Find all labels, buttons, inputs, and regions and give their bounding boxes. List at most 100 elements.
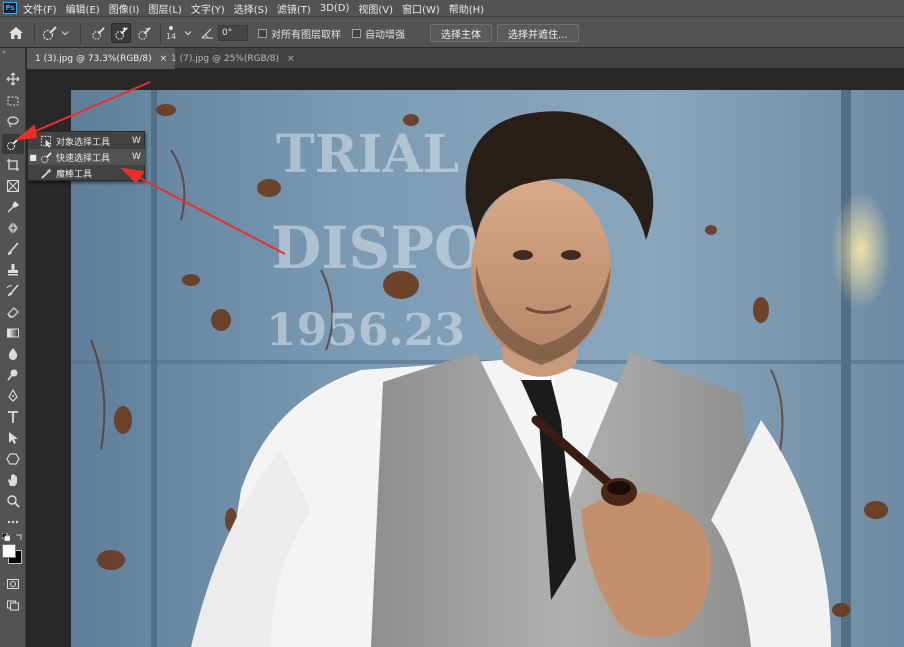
document-canvas[interactable]: TRIAL DISPO 1956.23 xyxy=(71,90,904,647)
healing-brush-tool[interactable] xyxy=(2,218,24,238)
tools-panel: » xyxy=(0,48,26,647)
brush-subtract-icon xyxy=(137,26,151,40)
lasso-icon xyxy=(7,116,19,128)
flyout-item-label: 对象选择工具 xyxy=(56,137,111,148)
screen-mode-button[interactable] xyxy=(2,595,24,615)
new-selection-button[interactable] xyxy=(88,23,108,43)
menu-layer[interactable]: 图层(L) xyxy=(148,1,181,16)
blur-tool[interactable] xyxy=(2,344,24,364)
menu-view[interactable]: 视图(V) xyxy=(358,1,393,16)
clone-stamp-tool[interactable] xyxy=(2,260,24,280)
menu-3d[interactable]: 3D(D) xyxy=(320,3,350,14)
color-swap-controls[interactable] xyxy=(0,532,26,542)
edit-toolbar-button[interactable] xyxy=(2,512,24,532)
tab-label: 1 (3).jpg @ 73.3%(RGB/8) xyxy=(35,53,152,64)
flyout-bullet: ■ xyxy=(29,152,37,162)
zoom-icon xyxy=(7,495,20,508)
collapse-icon[interactable]: » xyxy=(0,48,26,56)
menu-edit[interactable]: 编辑(E) xyxy=(66,1,100,16)
brush-new-icon xyxy=(91,26,105,40)
chevron-down-icon xyxy=(61,31,69,36)
flyout-item-shortcut: W xyxy=(132,136,141,146)
brush-size-picker[interactable]: 14 xyxy=(166,17,176,49)
type-tool[interactable] xyxy=(2,407,24,427)
more-dots-icon xyxy=(7,520,19,524)
stencil-text: 1956.23 xyxy=(266,305,465,356)
add-to-selection-button[interactable] xyxy=(111,23,131,43)
auto-enhance-checkbox[interactable]: 自动增强 xyxy=(352,17,405,49)
flyout-item-quick-selection[interactable]: ■ 快速选择工具 W xyxy=(28,149,146,165)
marquee-icon xyxy=(7,96,19,106)
checkbox-box[interactable] xyxy=(258,28,267,38)
menu-image[interactable]: 图像(I) xyxy=(109,1,140,16)
eyedropper-tool[interactable] xyxy=(2,197,24,217)
tool-preset-picker[interactable] xyxy=(42,17,69,49)
hexagon-icon xyxy=(6,453,20,465)
dodge-icon xyxy=(7,369,18,381)
frame-tool[interactable] xyxy=(2,176,24,196)
eraser-icon xyxy=(7,307,19,318)
path-selection-tool[interactable] xyxy=(2,428,24,448)
angle-icon xyxy=(201,28,213,39)
options-bar: 14 0° 对所有图层取样 自动增强 选择主体 选择并遮住... xyxy=(0,16,904,48)
dodge-tool[interactable] xyxy=(2,365,24,385)
eraser-tool[interactable] xyxy=(2,302,24,322)
object-selection-icon xyxy=(40,135,51,148)
tab-document-2[interactable]: 1 (7).jpg @ 25%(RGB/8) × xyxy=(163,48,303,69)
default-colors-icon xyxy=(2,533,10,541)
close-icon[interactable]: × xyxy=(287,54,295,64)
foreground-color-swatch[interactable] xyxy=(2,544,16,558)
gradient-tool[interactable] xyxy=(2,323,24,343)
photo-man-with-pipe: TRIAL DISPO 1956.23 xyxy=(71,90,904,647)
quick-selection-tool[interactable] xyxy=(2,134,24,154)
menu-type[interactable]: 文字(Y) xyxy=(191,1,225,16)
menu-filter[interactable]: 滤镜(T) xyxy=(277,1,311,16)
menu-window[interactable]: 窗口(W) xyxy=(402,1,440,16)
flyout-item-magic-wand[interactable]: 魔棒工具 xyxy=(28,165,146,181)
marquee-tool[interactable] xyxy=(2,91,24,111)
quick-mask-button[interactable] xyxy=(2,574,24,594)
lasso-tool[interactable] xyxy=(2,112,24,132)
history-brush-tool[interactable] xyxy=(2,281,24,301)
brush-tool[interactable] xyxy=(2,239,24,259)
sample-all-layers-checkbox[interactable]: 对所有图层取样 xyxy=(258,17,341,49)
checkbox-box[interactable] xyxy=(352,28,361,38)
shape-tool[interactable] xyxy=(2,449,24,469)
tab-document-1[interactable]: 1 (3).jpg @ 73.3%(RGB/8) × xyxy=(27,48,176,69)
select-and-mask-button[interactable]: 选择并遮住... xyxy=(497,24,579,42)
move-tool[interactable] xyxy=(2,69,24,89)
arrow-cursor-icon xyxy=(9,432,18,444)
stamp-icon xyxy=(8,264,18,276)
home-button[interactable] xyxy=(8,17,24,49)
zoom-tool[interactable] xyxy=(2,491,24,511)
flyout-item-shortcut: W xyxy=(132,152,141,162)
quick-selection-icon xyxy=(7,138,19,150)
frame-icon xyxy=(7,180,19,192)
flyout-item-object-selection[interactable]: 对象选择工具 W xyxy=(28,133,146,149)
menu-file[interactable]: 文件(F) xyxy=(23,1,57,16)
type-icon xyxy=(8,411,18,423)
pen-tool[interactable] xyxy=(2,386,24,406)
subtract-from-selection-button[interactable] xyxy=(134,23,154,43)
menu-select[interactable]: 选择(S) xyxy=(234,1,268,16)
photoshop-logo: Ps xyxy=(3,2,17,14)
brush-add-icon xyxy=(114,26,128,40)
swap-colors-icon xyxy=(16,534,22,540)
quick-mask-icon xyxy=(7,579,19,589)
select-subject-button[interactable]: 选择主体 xyxy=(430,24,492,42)
menu-help[interactable]: 帮助(H) xyxy=(449,1,484,16)
crop-tool[interactable] xyxy=(2,155,24,175)
selection-tool-flyout: 对象选择工具 W ■ 快速选择工具 W 魔棒工具 xyxy=(27,131,146,181)
gradient-icon xyxy=(7,328,19,338)
hand-tool[interactable] xyxy=(2,470,24,490)
chevron-down-icon xyxy=(184,31,192,36)
flyout-item-label: 魔棒工具 xyxy=(56,169,93,180)
canvas-area[interactable]: TRIAL DISPO 1956.23 xyxy=(27,69,904,647)
hand-icon xyxy=(8,474,17,486)
bandage-icon xyxy=(8,223,18,233)
angle-input[interactable]: 0° xyxy=(218,25,248,41)
quick-selection-icon xyxy=(42,26,57,41)
menu-bar: Ps 文件(F) 编辑(E) 图像(I) 图层(L) 文字(Y) 选择(S) 滤… xyxy=(0,0,904,16)
move-icon xyxy=(6,72,20,86)
eyedropper-icon xyxy=(7,200,20,213)
